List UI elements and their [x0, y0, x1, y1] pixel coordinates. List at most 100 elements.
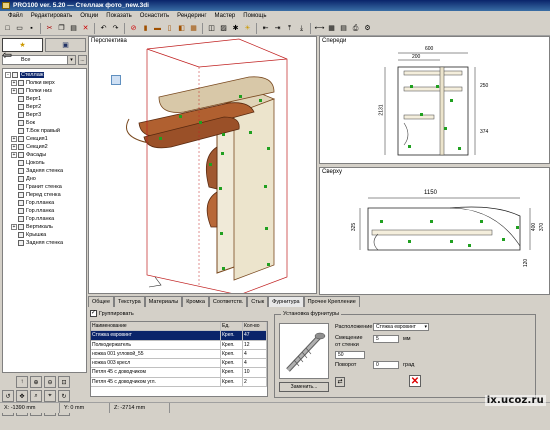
col-qty[interactable]: Кол-во: [243, 322, 267, 331]
top-view[interactable]: Сверху 1150 400 325 370 120: [319, 167, 550, 295]
stop-icon[interactable]: ⊘: [128, 23, 139, 34]
align-left-icon[interactable]: ⇤: [260, 23, 271, 34]
tree-item[interactable]: Крышка: [11, 231, 46, 239]
chevron-down-icon[interactable]: ▾: [67, 56, 75, 64]
col-name[interactable]: Наименование: [91, 322, 221, 331]
save-icon[interactable]: ▪: [26, 23, 37, 34]
menu-edit[interactable]: Редактировать: [27, 11, 76, 21]
expand-icon[interactable]: +: [11, 224, 17, 230]
tree-item[interactable]: Цоколь: [11, 159, 45, 167]
align-top-icon[interactable]: ⤒: [284, 23, 295, 34]
element-tree[interactable]: - Стеллаж + Полки верх + Полки низ Верт1 Верт2 В…: [2, 68, 87, 373]
shelf-icon[interactable]: ▯: [164, 23, 175, 34]
zoom-fit-icon[interactable]: ⊡: [58, 376, 70, 388]
table-icon[interactable]: ▦: [326, 23, 337, 34]
group-checkbox[interactable]: ✓: [90, 310, 97, 317]
open-folder-icon[interactable]: ▭: [14, 23, 25, 34]
table-row[interactable]: Полкодержатель Креп. 12: [91, 340, 267, 350]
expand-icon[interactable]: +: [11, 152, 17, 158]
menu-render[interactable]: Рендеринг: [173, 11, 210, 21]
menu-options[interactable]: Опции: [76, 11, 102, 21]
tree-item[interactable]: Задняя стенка: [11, 239, 63, 247]
tab-edge[interactable]: Кромка: [182, 296, 209, 307]
paste-icon[interactable]: ▤: [68, 23, 79, 34]
redo-icon[interactable]: ↷: [110, 23, 121, 34]
front-view[interactable]: Спереди 600 200 250 374 2131: [319, 36, 550, 164]
tab-hardware[interactable]: Фурнитура: [268, 296, 304, 307]
expand-icon[interactable]: +: [11, 136, 17, 142]
table-row[interactable]: Петля 45 с доводчиком угл. Креп. 2: [91, 377, 267, 388]
tree-item[interactable]: Гор.планка: [11, 207, 54, 215]
filter-combo[interactable]: ⇦ Все ▾: [2, 49, 76, 65]
zoom-all-icon[interactable]: ⌖: [44, 390, 56, 402]
browse-button[interactable]: ...: [78, 55, 87, 65]
tree-item[interactable]: Гор.планка: [11, 199, 54, 207]
rotate-left-icon[interactable]: ↺: [2, 390, 14, 402]
expand-icon[interactable]: +: [11, 144, 17, 150]
tree-item[interactable]: Задняя стенка: [11, 167, 63, 175]
expand-icon[interactable]: +: [11, 88, 17, 94]
tree-item[interactable]: Т.Бок правый: [11, 127, 60, 135]
col-unit[interactable]: Ед.: [221, 322, 243, 331]
menu-view[interactable]: Показать: [102, 11, 136, 21]
zoom-window-icon[interactable]: ⌕: [30, 390, 42, 402]
align-bottom-icon[interactable]: ⤓: [296, 23, 307, 34]
pan-icon[interactable]: ✥: [16, 390, 28, 402]
expand-icon[interactable]: -: [5, 72, 11, 78]
tree-item[interactable]: Перед стенка: [11, 191, 61, 199]
print-icon[interactable]: ⎙: [350, 23, 361, 34]
element-icon[interactable]: ▮: [140, 23, 151, 34]
menu-file[interactable]: Файл: [4, 11, 27, 21]
expand-icon[interactable]: +: [11, 80, 17, 86]
zoom-out-icon[interactable]: ⊖: [44, 376, 56, 388]
tab-other[interactable]: Прочее Крепление: [303, 296, 360, 307]
tree-item[interactable]: Верт3: [11, 111, 41, 119]
tree-item[interactable]: Верт1: [11, 95, 41, 103]
menu-equip[interactable]: Оснастить: [136, 11, 173, 21]
hardware-table[interactable]: Наименование Ед. Кол-во Стяжка евровинт К…: [90, 321, 268, 397]
measure-icon[interactable]: ⟷: [314, 23, 325, 34]
hardware-icon[interactable]: ✱: [230, 23, 241, 34]
box-icon[interactable]: ◫: [206, 23, 217, 34]
rotate-right-icon[interactable]: ↻: [58, 390, 70, 402]
tree-item[interactable]: Дно: [11, 175, 36, 183]
undo-icon[interactable]: ↶: [98, 23, 109, 34]
perspective-view[interactable]: Перспектива: [88, 36, 317, 294]
placement-select[interactable]: Стяжка евровинт ▾: [373, 323, 429, 331]
rotate-up-icon[interactable]: ↑: [16, 376, 28, 388]
tree-item[interactable]: + Фасады: [11, 151, 46, 159]
tab-joint[interactable]: Стык: [247, 296, 269, 307]
table-row[interactable]: ножка 003 кресл Креп. 4: [91, 359, 267, 369]
delete-icon[interactable]: ✕: [80, 23, 91, 34]
zoom-in-icon[interactable]: ⊕: [30, 376, 42, 388]
offset-input[interactable]: 5: [373, 335, 399, 343]
from-edge-input[interactable]: 50: [335, 351, 365, 359]
tree-item[interactable]: + Вертикаль: [11, 223, 53, 231]
door-icon[interactable]: ◧: [176, 23, 187, 34]
cut-icon[interactable]: ✂: [44, 23, 55, 34]
tree-item[interactable]: Гранит стенка: [11, 183, 62, 191]
tree-item[interactable]: + Секция1: [11, 135, 48, 143]
report-icon[interactable]: ▤: [338, 23, 349, 34]
menu-wizard[interactable]: Мастер: [211, 11, 240, 21]
table-row[interactable]: Стяжка евровинт Креп. 47: [91, 331, 267, 341]
tree-item[interactable]: Гор.планка: [11, 215, 54, 223]
drawer-icon[interactable]: ▦: [188, 23, 199, 34]
copy-icon[interactable]: ❐: [56, 23, 67, 34]
settings-icon[interactable]: ⚙: [362, 23, 373, 34]
light-icon[interactable]: ☀: [242, 23, 253, 34]
tab-match[interactable]: Соответств.: [208, 296, 248, 307]
align-right-icon[interactable]: ⇥: [272, 23, 283, 34]
tree-item[interactable]: + Секция2: [11, 143, 48, 151]
wall-icon[interactable]: ▨: [218, 23, 229, 34]
tree-item[interactable]: - Стеллаж: [5, 71, 45, 79]
apply-icon[interactable]: ⇄: [335, 377, 345, 387]
change-hardware-button[interactable]: Заменить...: [279, 382, 329, 392]
group-option[interactable]: ✓ Группировать: [90, 310, 134, 317]
tree-item[interactable]: + Полки верх: [11, 79, 55, 87]
remove-icon[interactable]: ✕: [409, 375, 421, 387]
tree-item[interactable]: + Полки низ: [11, 87, 52, 95]
tab-general[interactable]: Общее: [88, 296, 115, 307]
tab-materials[interactable]: Материалы: [144, 296, 183, 307]
rotate-input[interactable]: 0: [373, 361, 399, 369]
